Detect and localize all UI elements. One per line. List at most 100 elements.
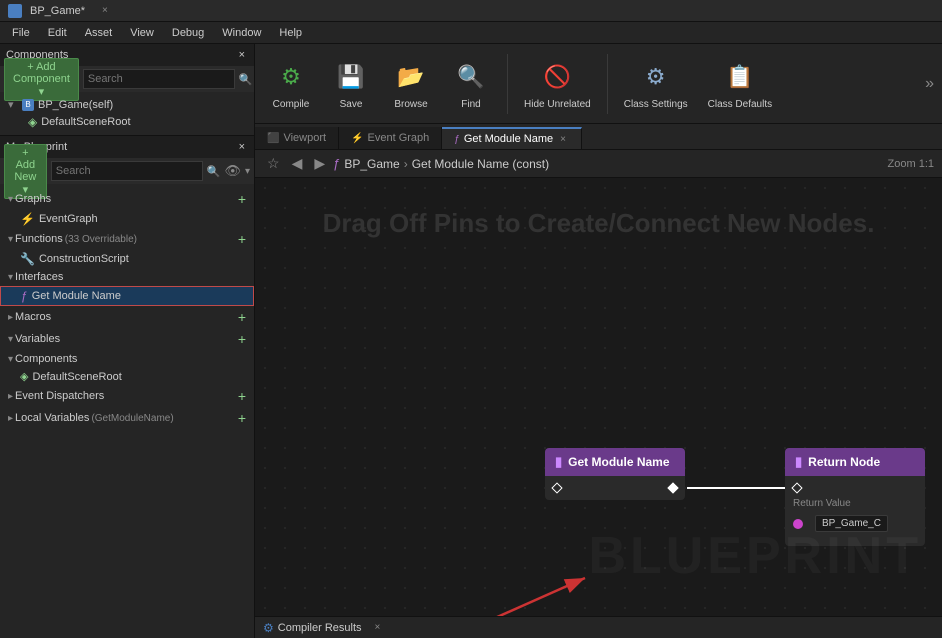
breadcrumb-func[interactable]: Get Module Name (const)	[412, 157, 549, 171]
tab-event-graph[interactable]: ⚡ Event Graph	[339, 127, 442, 149]
menu-edit[interactable]: Edit	[40, 25, 75, 41]
macros-section[interactable]: ▸ Macros +	[0, 306, 254, 328]
construction-script-item[interactable]: 🔧 ConstructionScript	[0, 250, 254, 268]
window-title: BP_Game*	[30, 5, 85, 17]
class-defaults-button[interactable]: 📋 Class Defaults	[700, 53, 780, 114]
class-settings-icon: ⚙	[636, 57, 676, 97]
tab-viewport[interactable]: ⬛ Viewport	[255, 127, 339, 149]
node2-title: Return Node	[808, 455, 880, 469]
default-scene-root-label: DefaultSceneRoot	[41, 116, 130, 128]
tab-get-module-name[interactable]: ƒ Get Module Name ×	[442, 127, 582, 149]
default-scene-root-bp-label: DefaultSceneRoot	[32, 371, 121, 383]
node2-exec-row	[785, 482, 925, 494]
graphs-section[interactable]: ▾ Graphs +	[0, 188, 254, 210]
get-module-name-label: Get Module Name	[32, 290, 121, 302]
compile-button[interactable]: ⚙ Compile	[263, 53, 319, 114]
add-function-button[interactable]: +	[238, 231, 246, 247]
get-module-name-item[interactable]: ƒ Get Module Name	[0, 286, 254, 306]
menu-asset[interactable]: Asset	[77, 25, 121, 41]
bottom-bar: ⚙ Compiler Results ×	[255, 616, 942, 638]
local-vars-scope: (GetModuleName)	[91, 413, 173, 424]
mybp-section: My Blueprint × + Add New ▾ 🔍 👁 ▾ ▾ Graph…	[0, 136, 254, 638]
hide-unrelated-button[interactable]: 🚫 Hide Unrelated	[516, 53, 599, 114]
canvas-hint: Drag Off Pins to Create/Connect New Node…	[323, 208, 875, 239]
components-search-icon: 🔍	[239, 73, 253, 86]
bookmark-button[interactable]: ☆	[263, 153, 284, 174]
scene-root-bp-icon: ◈	[20, 370, 28, 383]
menu-help[interactable]: Help	[271, 25, 310, 41]
node1-exec-out-pin[interactable]	[667, 482, 678, 493]
mybp-tree: ▾ Graphs + ⚡ EventGraph ▾ Functions (33 …	[0, 184, 254, 638]
expand-icon: ▾	[8, 98, 18, 111]
right-panel: ⚙ Compile 💾 Save 📂 Browse 🔍 Find 🚫 Hide …	[255, 44, 942, 638]
compile-icon: ⚙	[271, 57, 311, 97]
node2-icon: ▮	[795, 454, 802, 470]
back-button[interactable]: ◀	[288, 153, 307, 174]
menu-view[interactable]: View	[122, 25, 162, 41]
menu-debug[interactable]: Debug	[164, 25, 212, 41]
add-local-var-button[interactable]: +	[238, 410, 246, 426]
macros-label: Macros	[15, 311, 51, 323]
menu-window[interactable]: Window	[214, 25, 269, 41]
bp-game-item[interactable]: ▾ B BP_Game(self)	[0, 96, 254, 113]
bp-game-label: BP_Game(self)	[38, 99, 113, 111]
functions-count: (33 Overridable)	[65, 234, 137, 245]
local-variables-section[interactable]: ▸ Local Variables (GetModuleName) +	[0, 407, 254, 429]
viewport-icon: ⬛	[267, 133, 279, 144]
add-dispatcher-button[interactable]: +	[238, 388, 246, 404]
tab-event-graph-label: Event Graph	[368, 132, 430, 144]
macros-arrow: ▸	[8, 312, 13, 323]
add-macro-button[interactable]: +	[238, 309, 246, 325]
save-button[interactable]: 💾 Save	[323, 53, 379, 114]
components-bp-section[interactable]: ▾ Components	[0, 350, 254, 368]
find-icon: 🔍	[451, 57, 491, 97]
find-button[interactable]: 🔍 Find	[443, 53, 499, 114]
functions-label: Functions	[15, 233, 63, 245]
mybp-search-input[interactable]	[51, 161, 203, 181]
browse-button[interactable]: 📂 Browse	[383, 53, 439, 114]
tab-close-icon[interactable]: ×	[557, 133, 569, 146]
add-variable-button[interactable]: +	[238, 331, 246, 347]
components-close[interactable]: ×	[236, 48, 248, 62]
default-scene-root-item[interactable]: ◈ DefaultSceneRoot	[0, 113, 254, 131]
interfaces-section[interactable]: ▾ Interfaces	[0, 268, 254, 286]
breadcrumb-separator: ›	[404, 157, 408, 171]
node1-title: Get Module Name	[568, 455, 669, 469]
interfaces-arrow: ▾	[8, 272, 13, 283]
hide-unrelated-icon: 🚫	[537, 57, 577, 97]
menu-file[interactable]: File	[4, 25, 38, 41]
left-panel: Components × + Add Component ▾ 🔍 ▾ B BP_…	[0, 44, 255, 638]
functions-section[interactable]: ▾ Functions (33 Overridable) +	[0, 228, 254, 250]
event-dispatchers-section[interactable]: ▸ Event Dispatchers +	[0, 385, 254, 407]
variables-section[interactable]: ▾ Variables +	[0, 328, 254, 350]
forward-button[interactable]: ▶	[310, 153, 329, 174]
components-bp-label: Components	[15, 353, 77, 365]
mybp-toolbar: + Add New ▾ 🔍 👁 ▾	[0, 158, 254, 184]
tab-viewport-label: Viewport	[283, 132, 326, 144]
class-settings-button[interactable]: ⚙ Class Settings	[616, 53, 696, 114]
window-close[interactable]: ×	[99, 4, 111, 17]
node1-exec-in-pin[interactable]	[551, 482, 562, 493]
compiler-results-close[interactable]: ×	[372, 621, 384, 634]
add-component-button[interactable]: + Add Component ▾	[4, 58, 79, 101]
mybp-search-icon: 🔍	[207, 165, 221, 178]
event-graph-item[interactable]: ⚡ EventGraph	[0, 210, 254, 228]
node2-exec-in-pin[interactable]	[791, 482, 802, 493]
components-search-input[interactable]	[83, 69, 235, 89]
local-vars-arrow: ▸	[8, 413, 13, 424]
breadcrumb-bp-game[interactable]: BP_Game	[344, 157, 399, 171]
get-module-name-node[interactable]: ▮ Get Module Name	[545, 448, 685, 500]
compiler-results-icon: ⚙	[263, 621, 274, 635]
functions-arrow: ▾	[8, 234, 13, 245]
node1-icon: ▮	[555, 454, 562, 470]
components-section: Components × + Add Component ▾ 🔍 ▾ B BP_…	[0, 44, 254, 136]
tab-bar: ⬛ Viewport ⚡ Event Graph ƒ Get Module Na…	[255, 124, 942, 150]
construction-script-icon: 🔧	[20, 252, 35, 266]
toolbar-expand-icon[interactable]: »	[925, 75, 934, 93]
canvas[interactable]: Drag Off Pins to Create/Connect New Node…	[255, 178, 942, 616]
add-graph-button[interactable]: +	[238, 191, 246, 207]
visibility-toggle[interactable]: 👁	[224, 163, 241, 179]
hide-unrelated-label: Hide Unrelated	[524, 99, 591, 110]
mybp-close[interactable]: ×	[236, 140, 248, 154]
default-scene-root-bp-item[interactable]: ◈ DefaultSceneRoot	[0, 368, 254, 385]
